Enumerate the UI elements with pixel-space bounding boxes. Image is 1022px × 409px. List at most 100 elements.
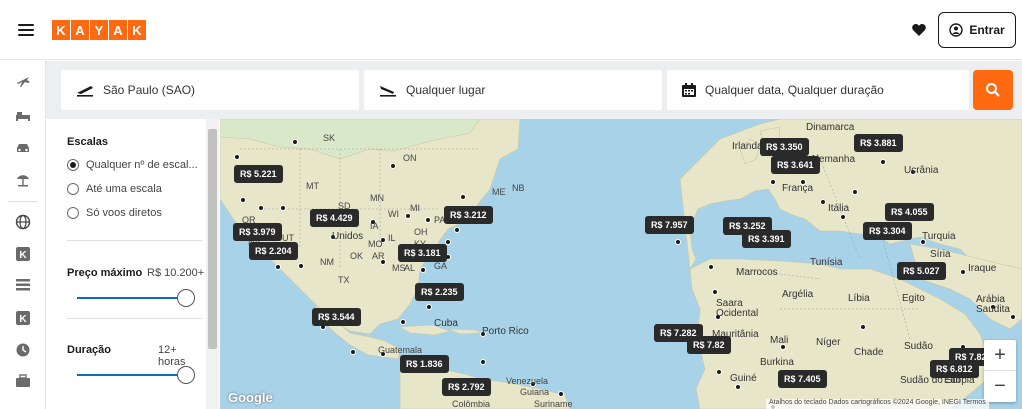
stops-option-any[interactable]: Qualquer nº de escal... (67, 159, 198, 171)
price-tag[interactable]: R$ 3.391 (742, 230, 791, 248)
price-slider-thumb[interactable] (177, 289, 195, 307)
map-label: MI (410, 203, 420, 213)
map-label: Itália (828, 203, 850, 214)
map-dot[interactable] (820, 199, 826, 205)
menu-icon[interactable] (18, 24, 34, 36)
map-label: Líbia (848, 293, 870, 304)
map-dot[interactable] (405, 213, 411, 219)
map[interactable]: SK ON NB ME OR NV UT MT WY SD MN WI MI I… (220, 119, 1022, 409)
map-dot[interactable] (350, 349, 356, 355)
car-icon[interactable] (14, 139, 32, 157)
filters-scrollbar[interactable] (206, 119, 219, 409)
map-dot[interactable] (840, 214, 846, 220)
price-tag[interactable]: R$ 3.979 (233, 223, 282, 241)
price-tag[interactable]: R$ 3.212 (444, 206, 493, 224)
duration-slider-thumb[interactable] (177, 366, 195, 384)
kayak-k-icon[interactable]: K (14, 245, 32, 263)
price-tag[interactable]: R$ 2.204 (249, 242, 298, 260)
zoom-out-button[interactable]: − (984, 371, 1016, 402)
radio-button[interactable] (67, 207, 79, 219)
price-slider-track[interactable] (77, 297, 177, 299)
map-attribution[interactable]: Atalhos do teclado Dados cartográficos ©… (766, 399, 989, 409)
bed-icon[interactable] (14, 107, 32, 125)
price-tag[interactable]: R$ 3.544 (312, 308, 361, 326)
option-label: Qualquer nº de escal... (86, 159, 198, 171)
price-tag[interactable]: R$ 3.881 (854, 134, 903, 152)
price-tag[interactable]: R$ 1.836 (400, 355, 449, 373)
price-tag[interactable]: R$ 7.957 (645, 216, 694, 234)
price-tag[interactable]: R$ 3.641 (771, 156, 820, 174)
price-tag[interactable]: R$ 3.304 (863, 222, 912, 240)
map-dot[interactable] (390, 163, 396, 169)
stops-option-direct[interactable]: Só voos diretos (67, 207, 162, 219)
price-tag[interactable]: R$ 4.429 (310, 209, 359, 227)
map-dot[interactable] (880, 159, 886, 165)
map-dot[interactable] (480, 359, 486, 365)
dates-field[interactable]: Qualquer data, Qualquer duração (667, 70, 969, 110)
map-dot[interactable] (960, 269, 966, 275)
heart-icon[interactable] (911, 22, 927, 38)
price-tag[interactable]: R$ 6.812 (930, 360, 979, 378)
map-dot[interactable] (258, 205, 264, 211)
filters-panel: Escalas Qualquer nº de escal... Até uma … (46, 119, 206, 409)
login-button[interactable]: Entrar (938, 12, 1016, 48)
price-tag[interactable]: R$ 5.027 (897, 262, 946, 280)
map-dot[interactable] (460, 194, 466, 200)
globe-icon[interactable] (14, 213, 32, 231)
duration-slider-track[interactable] (77, 374, 177, 376)
price-tag[interactable]: R$ 7.405 (778, 370, 827, 388)
destination-field[interactable]: Qualquer lugar (364, 70, 662, 110)
radio-button[interactable] (67, 183, 79, 195)
beach-icon[interactable] (14, 171, 32, 189)
origin-field[interactable]: São Paulo (SAO) (61, 70, 359, 110)
map-label: Cuba (434, 318, 458, 329)
map-dot[interactable] (852, 189, 858, 195)
map-dot[interactable] (735, 384, 741, 390)
map-dot[interactable] (708, 264, 714, 270)
map-dot[interactable] (234, 154, 240, 160)
map-dot[interactable] (712, 289, 718, 295)
briefcase-icon[interactable] (14, 372, 32, 390)
map-label: NB (512, 183, 525, 193)
login-label: Entrar (969, 23, 1005, 37)
map-dot[interactable] (675, 239, 681, 245)
map-dot[interactable] (292, 139, 298, 145)
map-dot[interactable] (716, 369, 722, 375)
map-dot[interactable] (240, 197, 246, 203)
google-logo: Google (228, 390, 273, 405)
scroll-thumb[interactable] (208, 129, 217, 349)
price-tag[interactable]: R$ 3.181 (398, 244, 447, 262)
map-dot[interactable] (425, 217, 431, 223)
kayak-k-icon[interactable]: K (14, 309, 32, 327)
map-label: Níger (816, 337, 841, 348)
logo-letter: A (71, 20, 89, 40)
map-dot[interactable] (558, 391, 564, 397)
radio-button[interactable] (67, 159, 79, 171)
search-button[interactable] (973, 70, 1013, 110)
price-tag[interactable]: R$ 5.221 (234, 165, 283, 183)
clock-icon[interactable] (14, 341, 32, 359)
map-label: Burkina (760, 357, 794, 368)
map-dot[interactable] (275, 264, 281, 270)
map-label: MN (370, 193, 384, 203)
map-label: WI (388, 209, 399, 219)
zoom-in-button[interactable]: + (984, 340, 1016, 371)
plane-icon[interactable] (14, 73, 32, 91)
map-dot[interactable] (426, 304, 432, 310)
map-dot[interactable] (860, 324, 866, 330)
map-dot[interactable] (280, 205, 286, 211)
price-tag[interactable]: R$ 4.055 (885, 203, 934, 221)
stops-option-one[interactable]: Até uma escala (67, 183, 162, 195)
price-tag[interactable]: R$ 2.792 (442, 378, 491, 396)
price-tag[interactable]: R$ 7.82 (687, 336, 731, 354)
list-icon[interactable] (14, 276, 32, 294)
map-dot[interactable] (420, 267, 426, 273)
price-tag[interactable]: R$ 2.235 (415, 283, 464, 301)
map-dot[interactable] (400, 319, 406, 325)
map-label: Irlanda (732, 141, 763, 152)
kayak-logo[interactable]: K A Y A K (52, 20, 147, 40)
price-tag[interactable]: R$ 3.350 (760, 138, 809, 156)
map-dot[interactable] (298, 263, 304, 269)
map-dot[interactable] (770, 179, 776, 185)
map-dot[interactable] (454, 227, 460, 233)
